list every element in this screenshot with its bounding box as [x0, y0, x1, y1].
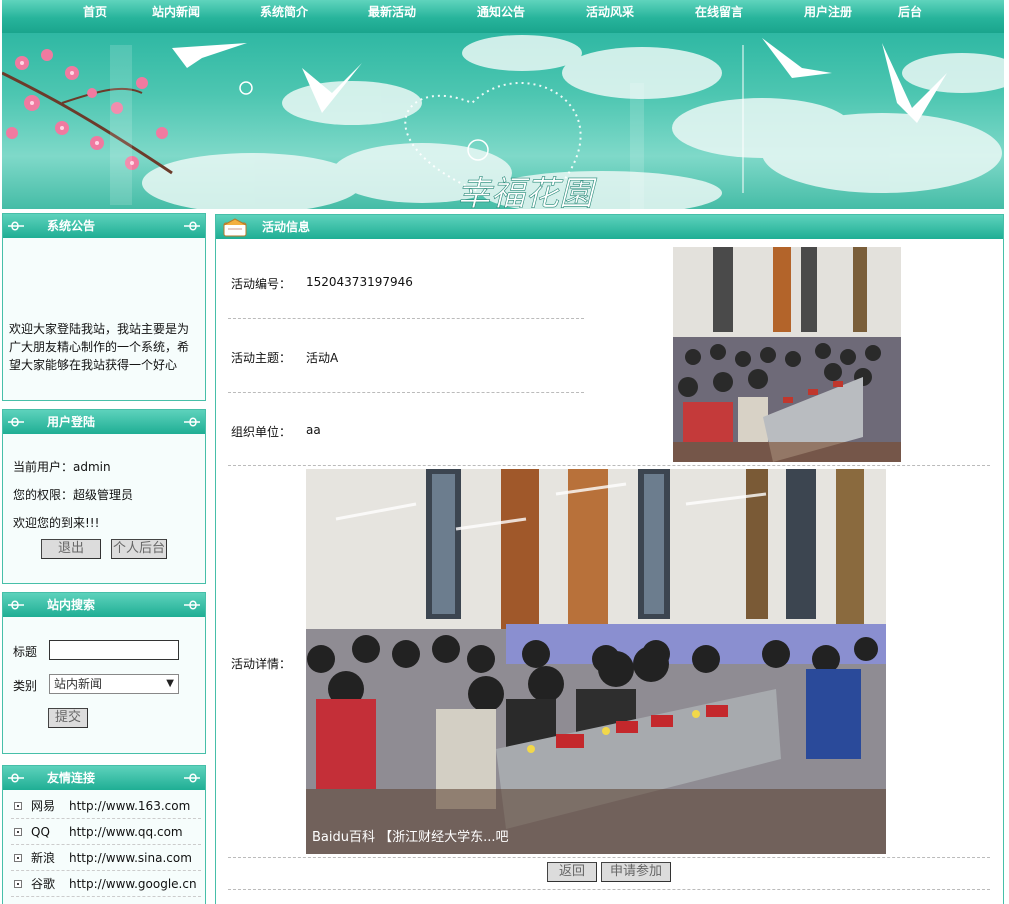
friend-link-item[interactable]: 新浪 http://www.sina.com [11, 845, 201, 871]
nav-backend[interactable]: 后台 [898, 0, 922, 24]
nav-system-intro[interactable]: 系统简介 [260, 0, 308, 24]
user-role-text: 您的权限：超级管理员 [13, 488, 134, 502]
activity-panel-header: 活动信息 [216, 215, 1003, 239]
apply-join-button[interactable]: 申请参加 [601, 862, 671, 882]
friend-link-name[interactable]: 新浪 [31, 845, 55, 871]
activity-id-label: 活动编号： [231, 277, 292, 291]
friend-link-item[interactable]: QQ http://www.qq.com [11, 819, 201, 845]
notice-panel-header: 系统公告 [3, 214, 205, 238]
activity-id-value: 15204373197946 [306, 275, 413, 289]
notice-title: 系统公告 [47, 219, 96, 233]
notice-text: 欢迎大家登陆我站，我站主要是为广大朋友精心制作的一个系统，希望大家能够在我站获得… [9, 322, 190, 372]
nav-activity-gallery[interactable]: 活动风采 [586, 0, 634, 24]
photo-watermark: Baidu百科 【浙江财经大学东...吧 [312, 829, 509, 845]
activity-header-icon [223, 218, 247, 237]
welcome-text: 欢迎您的到来!!! [13, 516, 100, 530]
divider [228, 392, 584, 393]
ornament-right-icon [184, 773, 200, 783]
ornament-left-icon [8, 773, 24, 783]
divider [228, 857, 990, 858]
ornament-left-icon [8, 221, 24, 231]
friend-link-url[interactable]: http://www.163.com [69, 793, 190, 819]
activity-detail-photo: Baidu百科 【浙江财经大学东...吧 [306, 469, 886, 854]
activity-topic-label: 活动主题： [231, 351, 292, 365]
personal-backend-button[interactable]: 个人后台 [111, 539, 167, 559]
divider [228, 318, 584, 319]
top-nav: 首页 站内新闻 系统简介 最新活动 通知公告 活动风采 在线留言 用户注册 后台 [2, 0, 1004, 33]
friend-link-name[interactable]: QQ [31, 819, 50, 845]
ornament-right-icon [184, 417, 200, 427]
activity-org-value: aa [306, 423, 321, 437]
logout-button[interactable]: 退出 [41, 539, 101, 559]
search-title-input[interactable] [49, 640, 179, 660]
current-user-text: 当前用户：admin [13, 460, 111, 474]
divider [228, 465, 990, 466]
nav-user-register[interactable]: 用户注册 [804, 0, 852, 24]
banner-art: 幸福花園 [2, 35, 1004, 209]
friend-links-header: 友情连接 [3, 766, 205, 790]
nav-online-message[interactable]: 在线留言 [695, 0, 743, 24]
nav-home[interactable]: 首页 [83, 0, 107, 24]
ornament-left-icon [8, 600, 24, 610]
activity-topic-value: 活动A [306, 351, 339, 365]
nav-notices[interactable]: 通知公告 [477, 0, 525, 24]
bullet-icon [14, 802, 22, 810]
ornament-right-icon [184, 221, 200, 231]
friend-links-panel: 友情连接 网易 http://www.163.com QQ http://www… [2, 765, 206, 904]
search-category-label: 类别 [13, 679, 38, 693]
dropdown-arrow-icon: ▼ [166, 678, 174, 689]
search-category-select[interactable]: 站内新闻 ▼ [49, 674, 179, 694]
search-title-label: 标题 [13, 645, 38, 659]
friend-link-url[interactable]: http://www.google.cn [69, 871, 197, 897]
nav-site-news[interactable]: 站内新闻 [152, 0, 200, 24]
friend-link-url[interactable]: http://www.qq.com [69, 819, 183, 845]
friend-link-url[interactable]: http://www.sina.com [69, 845, 192, 871]
nav-latest-activities[interactable]: 最新活动 [368, 0, 416, 24]
friend-link-item[interactable]: 网易 http://www.163.com [11, 793, 201, 819]
divider [228, 889, 990, 890]
bullet-icon [14, 854, 22, 862]
banner-image: 幸福花園 [2, 33, 1004, 209]
ornament-left-icon [8, 417, 24, 427]
bullet-icon [14, 880, 22, 888]
friend-link-item[interactable]: 谷歌 http://www.google.cn [11, 871, 201, 897]
back-button[interactable]: 返回 [547, 862, 597, 882]
activity-header-title: 活动信息 [262, 220, 311, 234]
login-title: 用户登陆 [47, 415, 96, 429]
friend-link-name[interactable]: 谷歌 [31, 871, 55, 897]
friend-links-title: 友情连接 [47, 771, 96, 785]
search-title: 站内搜索 [47, 598, 96, 612]
activity-thumbnail-photo [673, 247, 901, 462]
search-panel: 站内搜索 标题 类别 站内新闻 ▼ 提交 [2, 592, 206, 754]
banner-title-art: 幸福花園 [457, 174, 597, 209]
notice-panel: 系统公告 欢迎大家登陆我站，我站主要是为广大朋友精心制作的一个系统，希望大家能够… [2, 213, 206, 401]
login-panel-header: 用户登陆 [3, 410, 205, 434]
ornament-right-icon [184, 600, 200, 610]
activity-detail-panel: 活动信息 活动编号： 15204373197946 活动主题： 活动A 组织单位… [215, 214, 1004, 904]
search-submit-button[interactable]: 提交 [48, 708, 88, 728]
search-category-value: 站内新闻 [54, 677, 103, 691]
activity-detail-label: 活动详情： [231, 657, 292, 671]
login-panel: 用户登陆 当前用户：admin 您的权限：超级管理员 欢迎您的到来!!! 退出 … [2, 409, 206, 584]
activity-org-label: 组织单位： [231, 425, 292, 439]
friend-link-name[interactable]: 网易 [31, 793, 55, 819]
search-panel-header: 站内搜索 [3, 593, 205, 617]
bullet-icon [14, 828, 22, 836]
